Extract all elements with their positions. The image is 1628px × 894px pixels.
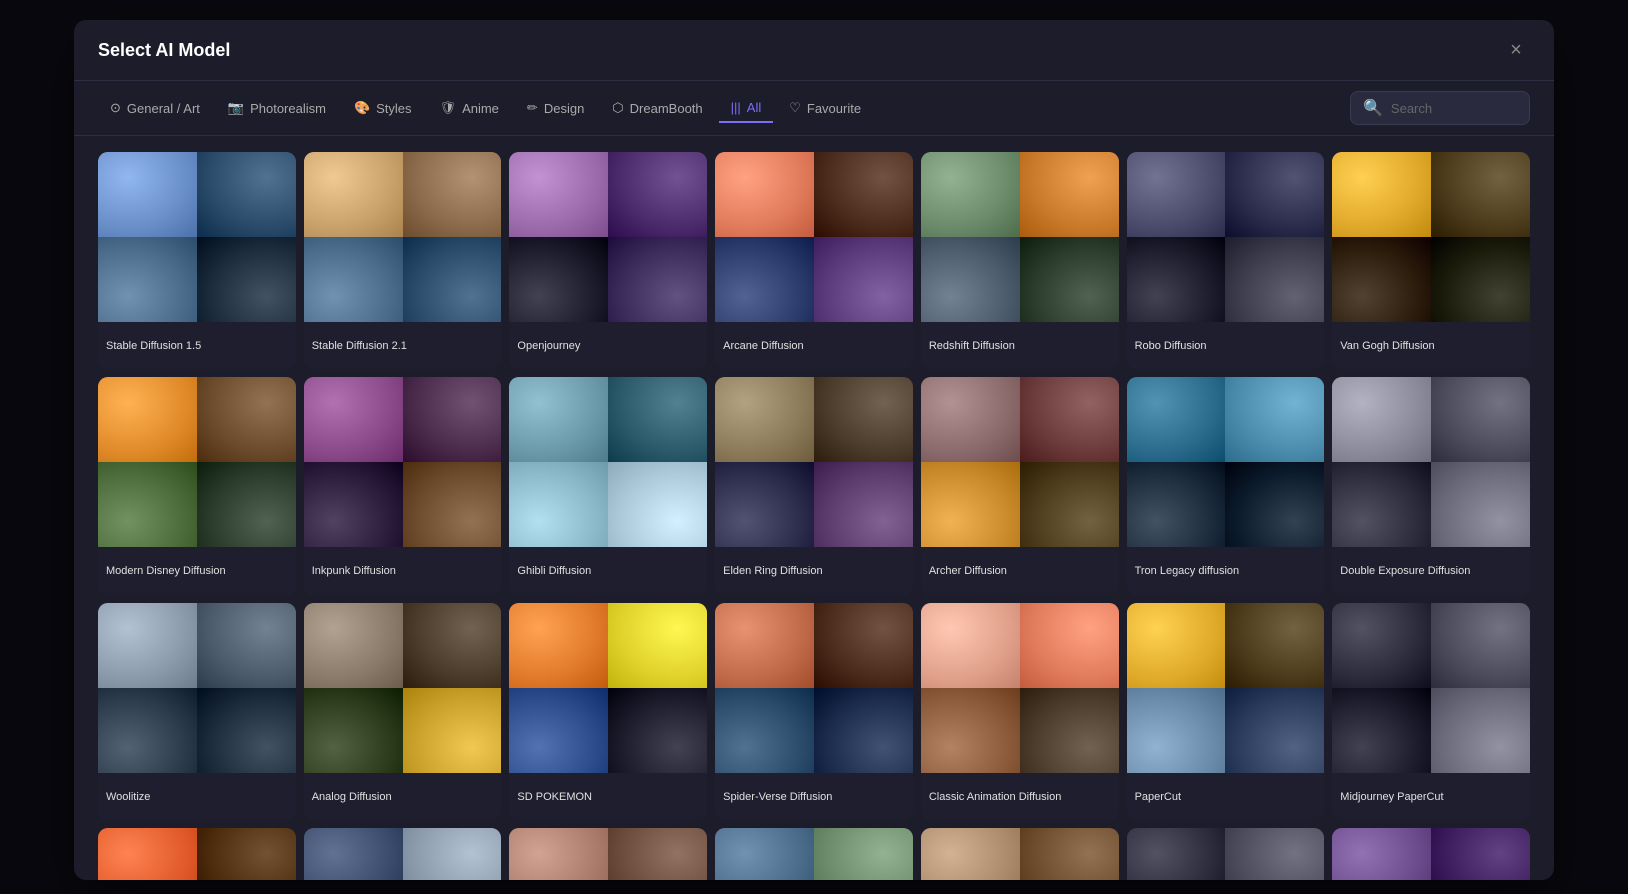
styles-icon: 🎨 [354, 100, 370, 116]
tab-anime[interactable]: 🛡 Anime [428, 94, 511, 122]
model-card-arcane[interactable]: Arcane Diffusion [715, 152, 913, 369]
model-label-moderndisney: Modern Disney Diffusion [98, 547, 296, 595]
model-card-redshift[interactable]: Redshift Diffusion [921, 152, 1119, 369]
model-label-classicanimation: Classic Animation Diffusion [921, 773, 1119, 821]
model-card-archer[interactable]: Archer Diffusion [921, 377, 1119, 594]
anime-icon: 🛡 [440, 100, 457, 116]
model-label-tron: Tron Legacy diffusion [1127, 547, 1325, 595]
photorealism-icon: 📷 [228, 100, 244, 116]
model-label-redshift: Redshift Diffusion [921, 322, 1119, 370]
model-label-ghibli: Ghibli Diffusion [509, 547, 707, 595]
modal-header: Select AI Model × [74, 20, 1554, 81]
model-card-woolitize[interactable]: Woolitize [98, 603, 296, 820]
model-label-papercut: PaperCut [1127, 773, 1325, 821]
model-label-archer: Archer Diffusion [921, 547, 1119, 595]
model-card-robo[interactable]: Robo Diffusion [1127, 152, 1325, 369]
tab-general[interactable]: ⊙ General / Art [98, 94, 212, 122]
modal-title: Select AI Model [98, 40, 230, 61]
model-label-analog: Analog Diffusion [304, 773, 502, 821]
model-card-r4f[interactable]: Mo-Di Diffusion [1127, 828, 1325, 880]
model-card-r4c[interactable]: Portrait+ Style [509, 828, 707, 880]
model-card-papercut[interactable]: PaperCut [1127, 603, 1325, 820]
model-selection-modal: Select AI Model × ⊙ General / Art 📷 Phot… [74, 20, 1554, 880]
models-grid: Stable Diffusion 1.5Stable Diffusion 2.1… [98, 152, 1530, 880]
search-input[interactable] [1391, 101, 1517, 116]
modal-overlay: Select AI Model × ⊙ General / Art 📷 Phot… [0, 0, 1628, 894]
model-card-moderndisney[interactable]: Modern Disney Diffusion [98, 377, 296, 594]
model-card-spiderverse[interactable]: Spider-Verse Diffusion [715, 603, 913, 820]
tab-photorealism[interactable]: 📷 Photorealism [216, 94, 338, 122]
tab-all[interactable]: ||| All [719, 94, 774, 123]
model-label-robo: Robo Diffusion [1127, 322, 1325, 370]
all-icon: ||| [731, 100, 741, 115]
model-label-woolitize: Woolitize [98, 773, 296, 821]
model-card-r4a[interactable]: Dreamlike Diffusion [98, 828, 296, 880]
close-button[interactable]: × [1502, 36, 1530, 64]
tab-dreambooth[interactable]: ⬡ DreamBooth [600, 94, 714, 122]
model-card-r4g[interactable]: Waifu Diffusion [1332, 828, 1530, 880]
model-label-vangogh: Van Gogh Diffusion [1332, 322, 1530, 370]
dreambooth-icon: ⬡ [612, 100, 623, 116]
model-card-tron[interactable]: Tron Legacy diffusion [1127, 377, 1325, 594]
model-label-midjourneypapercut: Midjourney PaperCut [1332, 773, 1530, 821]
model-card-r4e[interactable]: Future Diffusion [921, 828, 1119, 880]
model-label-arcane: Arcane Diffusion [715, 322, 913, 370]
model-label-doubleexposure: Double Exposure Diffusion [1332, 547, 1530, 595]
model-card-sd21[interactable]: Stable Diffusion 2.1 [304, 152, 502, 369]
tab-design[interactable]: ✏ Design [515, 94, 596, 122]
model-card-inkpunk[interactable]: Inkpunk Diffusion [304, 377, 502, 594]
grid-container: Stable Diffusion 1.5Stable Diffusion 2.1… [74, 136, 1554, 880]
model-card-vangogh[interactable]: Van Gogh Diffusion [1332, 152, 1530, 369]
model-label-eldenring: Elden Ring Diffusion [715, 547, 913, 595]
model-card-sd15[interactable]: Stable Diffusion 1.5 [98, 152, 296, 369]
favourite-icon: ♡ [789, 100, 801, 116]
model-card-eldenring[interactable]: Elden Ring Diffusion [715, 377, 913, 594]
model-card-classicanimation[interactable]: Classic Animation Diffusion [921, 603, 1119, 820]
model-card-analog[interactable]: Analog Diffusion [304, 603, 502, 820]
search-box: 🔍 [1350, 91, 1530, 125]
design-icon: ✏ [527, 100, 538, 116]
model-card-pokemon[interactable]: SD POKEMON [509, 603, 707, 820]
model-label-sd21: Stable Diffusion 2.1 [304, 322, 502, 370]
tab-favourite[interactable]: ♡ Favourite [777, 94, 873, 122]
model-label-spiderverse: Spider-Verse Diffusion [715, 773, 913, 821]
search-icon: 🔍 [1363, 98, 1383, 118]
model-label-sd15: Stable Diffusion 1.5 [98, 322, 296, 370]
model-card-doubleexposure[interactable]: Double Exposure Diffusion [1332, 377, 1530, 594]
general-icon: ⊙ [110, 100, 121, 116]
model-label-openjourney: Openjourney [509, 322, 707, 370]
model-card-r4b[interactable]: Vintedois Diffusion [304, 828, 502, 880]
tab-styles[interactable]: 🎨 Styles [342, 94, 424, 122]
model-card-ghibli[interactable]: Ghibli Diffusion [509, 377, 707, 594]
model-card-midjourneypapercut[interactable]: Midjourney PaperCut [1332, 603, 1530, 820]
nav-bar: ⊙ General / Art 📷 Photorealism 🎨 Styles … [74, 81, 1554, 136]
model-label-inkpunk: Inkpunk Diffusion [304, 547, 502, 595]
model-card-r4d[interactable]: Sci-Fi Diffusion [715, 828, 913, 880]
model-label-pokemon: SD POKEMON [509, 773, 707, 821]
model-card-openjourney[interactable]: Openjourney [509, 152, 707, 369]
